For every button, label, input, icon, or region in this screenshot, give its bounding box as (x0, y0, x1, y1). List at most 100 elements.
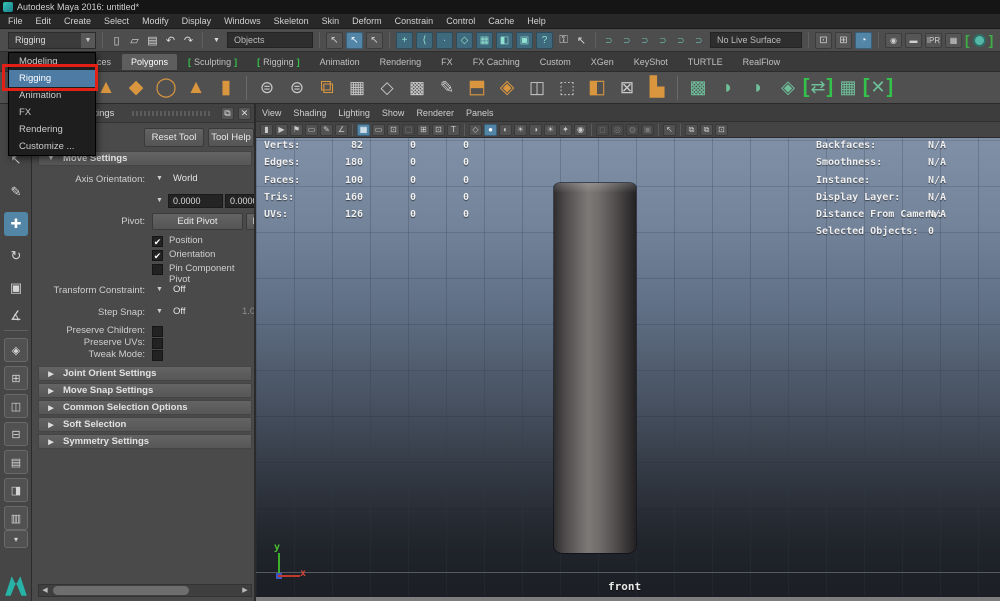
pin-component-pivot-checkbox[interactable] (152, 264, 163, 275)
smooth-shade-icon[interactable]: ● (484, 124, 497, 136)
menu-set-dropdown[interactable]: Rigging ▼ (8, 32, 96, 49)
snap-to-projected-center-icon[interactable]: ◇ (456, 32, 473, 49)
transform-constraint-value[interactable]: Off (173, 284, 186, 295)
menuset-item-modeling[interactable]: Modeling (9, 53, 95, 70)
rotate-tool-icon[interactable]: ↻ (4, 244, 28, 268)
grid-toggle-icon[interactable]: ▦ (357, 124, 370, 136)
scroll-left-icon[interactable]: ◀ (39, 585, 51, 596)
redo-icon[interactable]: ↷ (181, 32, 196, 49)
move-snap-settings-section[interactable]: ▶ Move Snap Settings (38, 383, 252, 398)
preserve-uvs-checkbox[interactable] (152, 338, 163, 349)
reduce-icon[interactable]: ▩ (405, 76, 429, 100)
pivot-dropdown-icon[interactable]: ▼ (156, 197, 163, 204)
menuset-item-fx[interactable]: FX (9, 104, 95, 121)
layout-hypershade-icon[interactable]: ◨ (4, 478, 28, 502)
shadows-icon[interactable]: ◑ (529, 124, 542, 136)
selection-mask-field[interactable]: Objects (227, 32, 313, 48)
smooth-mesh-icon[interactable]: ⊜ (255, 76, 279, 100)
select-camera-icon[interactable]: ▮ (260, 124, 273, 136)
vp-menu-renderer[interactable]: Renderer (416, 108, 454, 118)
edit-pivot-button[interactable]: Edit Pivot (152, 213, 243, 230)
pivot-y-field[interactable]: 0.0000 (225, 194, 256, 208)
textured-icon[interactable]: ◐ (499, 124, 512, 136)
poly-cone-icon[interactable]: ▲ (94, 76, 118, 100)
viewport-canvas[interactable]: Verts: 82 0 0 Edges: 180 0 0 Faces: 100 … (256, 138, 1000, 601)
menu-display[interactable]: Display (182, 16, 212, 26)
scroll-right-icon[interactable]: ▶ (239, 585, 251, 596)
preserve-children-checkbox[interactable] (152, 326, 163, 337)
move-tool-icon[interactable]: ✚ (4, 212, 28, 236)
pane-layout-2-icon[interactable]: ⧉ (700, 124, 713, 136)
input-to-selected-icon[interactable]: ⊡ (815, 32, 832, 49)
select-component-icon[interactable]: ↖ (366, 32, 383, 49)
pane-layout-1-icon[interactable]: ⧉ (685, 124, 698, 136)
sculpt-curve-icon[interactable]: ⇄ (806, 76, 830, 100)
menu-select[interactable]: Select (104, 16, 129, 26)
layout-persp-graph-icon[interactable]: ▤ (4, 450, 28, 474)
resolution-gate-icon[interactable]: ⊡ (387, 124, 400, 136)
snap-to-point-icon[interactable]: ∙ (436, 32, 453, 49)
bookmark-icon[interactable]: ⚑ (290, 124, 303, 136)
layout-uv-editor-icon[interactable]: ▥ (4, 506, 28, 530)
axis-orientation-value[interactable]: World (173, 173, 198, 184)
new-scene-icon[interactable]: ▯ (109, 32, 124, 49)
grease-pencil-icon[interactable]: ∠ (335, 124, 348, 136)
xray-active-icon[interactable]: ◍ (626, 124, 639, 136)
layout-four-pane-icon[interactable]: ⊞ (4, 366, 28, 390)
poly-torus-icon[interactable]: ◯ (154, 76, 178, 100)
wireframe-icon[interactable]: ◇ (469, 124, 482, 136)
menu-control[interactable]: Control (446, 16, 475, 26)
2d-pan-zoom-icon[interactable]: ✎ (320, 124, 333, 136)
launch-render-icon[interactable] (973, 34, 986, 47)
cube-display-icon[interactable]: ◇ (375, 76, 399, 100)
menuset-item-rigging[interactable]: Rigging (9, 70, 95, 87)
snap-magnet-center-icon[interactable]: ∩ (655, 33, 672, 48)
joint-orient-settings-section[interactable]: ▶ Joint Orient Settings (38, 366, 252, 381)
shelf-tab-fx[interactable]: FX (432, 54, 462, 70)
render-settings-icon[interactable]: ▦ (945, 33, 962, 48)
sculpt-relax-icon[interactable]: ◗ (746, 76, 770, 100)
shelf-tab-rigging[interactable]: Rigging (248, 54, 309, 70)
chevron-down-icon[interactable]: ▼ (81, 33, 95, 48)
menu-modify[interactable]: Modify (142, 16, 169, 26)
motion-blur-icon[interactable]: ✦ (559, 124, 572, 136)
combine-icon[interactable]: ⧉ (315, 76, 339, 100)
xray-icon[interactable]: ◻ (596, 124, 609, 136)
subdivide-icon[interactable]: ▦ (345, 76, 369, 100)
shelf-tab-fx-caching[interactable]: FX Caching (464, 54, 529, 70)
shelf-tab-rendering[interactable]: Rendering (371, 54, 431, 70)
snap-to-curve-icon[interactable]: ⟨ (416, 32, 433, 49)
snap-magnet-viewplane-icon[interactable]: ∩ (673, 33, 690, 48)
edit-edge-flow-icon[interactable]: ◫ (525, 76, 549, 100)
shelf-tab-sculpting[interactable]: Sculpting (179, 54, 246, 70)
menu-windows[interactable]: Windows (224, 16, 261, 26)
vp-menu-lighting[interactable]: Lighting (338, 108, 370, 118)
menuset-item-animation[interactable]: Animation (9, 87, 95, 104)
isolate-select-icon[interactable]: ↖ (663, 124, 676, 136)
target-weld-icon[interactable]: ⊠ (615, 76, 639, 100)
common-selection-options-section[interactable]: ▶ Common Selection Options (38, 400, 252, 415)
layout-menu-dropdown[interactable]: ▾ (4, 530, 28, 548)
scale-tool-icon[interactable]: ▣ (4, 276, 28, 300)
exposure-icon[interactable]: ▣ (641, 124, 654, 136)
poly-pyramid-icon[interactable]: ▲ (184, 76, 208, 100)
ipr-render-icon[interactable]: IPR (925, 33, 942, 48)
scrollbar-thumb[interactable] (53, 586, 189, 595)
open-render-view-icon[interactable]: ◉ (885, 33, 902, 48)
camera-attributes-icon[interactable]: ▶ (275, 124, 288, 136)
selection-mask-chevron-icon[interactable]: ▼ (209, 32, 224, 49)
soft-selection-section[interactable]: ▶ Soft Selection (38, 417, 252, 432)
snap-to-grid-icon[interactable]: + (396, 32, 413, 49)
bevel-icon[interactable]: ◈ (495, 76, 519, 100)
field-chart-icon[interactable]: ⊞ (417, 124, 430, 136)
reset-pivot-button[interactable]: R (246, 213, 256, 230)
sculpt-stamp-icon[interactable]: ▦ (836, 76, 860, 100)
pivot-x-field[interactable]: 0.0000 (168, 194, 223, 208)
quick-help-icon[interactable]: ? (536, 32, 553, 49)
menu-deform[interactable]: Deform (352, 16, 382, 26)
shelf-tab-polygons[interactable]: Polygons (122, 54, 177, 70)
sculpt-erase-icon[interactable]: ✕ (866, 76, 890, 100)
shelf-tab-turtle[interactable]: TURTLE (679, 54, 732, 70)
menu-cache[interactable]: Cache (488, 16, 514, 26)
shelf-tab-keyshot[interactable]: KeyShot (625, 54, 677, 70)
